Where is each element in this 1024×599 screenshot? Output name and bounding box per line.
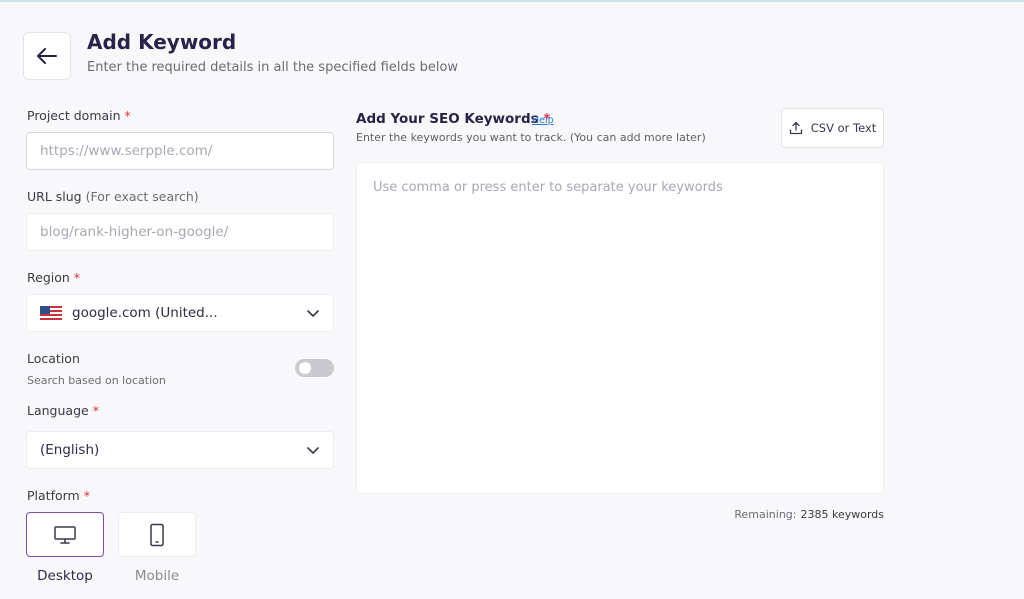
chevron-down-icon (307, 447, 319, 454)
page-title: Add Keyword (87, 30, 237, 54)
toggle-knob (299, 362, 311, 374)
region-value: google.com (United... (72, 305, 218, 321)
project-domain-label: Project domain * (27, 108, 131, 123)
seo-keywords-description: Enter the keywords you want to track. (Y… (356, 131, 706, 144)
upload-csv-label: CSV or Text (810, 121, 877, 135)
remaining-label: Remaining: (734, 508, 797, 521)
keywords-textarea[interactable] (373, 180, 867, 476)
location-toggle[interactable] (295, 359, 334, 377)
url-slug-label: URL slug (For exact search) (27, 189, 199, 204)
remaining-keywords: Remaining: 2385 keywords (734, 508, 884, 521)
platform-desktop-label: Desktop (37, 568, 93, 584)
upload-icon (789, 121, 802, 135)
platform-desktop-button[interactable] (26, 512, 104, 557)
location-hint: Search based on location (27, 374, 166, 387)
region-label: Region * (27, 270, 81, 285)
chevron-down-icon (307, 310, 319, 317)
remaining-count: 2385 keywords (800, 508, 884, 521)
upload-csv-button[interactable]: CSV or Text (781, 108, 884, 148)
desktop-icon (54, 525, 76, 544)
language-label: Language * (27, 403, 99, 418)
platform-label: Platform * (27, 488, 90, 503)
platform-mobile-label: Mobile (134, 568, 180, 584)
us-flag-icon (40, 306, 62, 320)
region-select[interactable]: google.com (United... (26, 294, 334, 332)
location-label: Location (27, 351, 80, 366)
help-link[interactable]: Help (532, 115, 554, 126)
project-domain-field[interactable] (26, 132, 334, 170)
mobile-icon (150, 523, 164, 546)
project-domain-input[interactable] (40, 143, 320, 159)
page-subtitle: Enter the required details in all the sp… (87, 60, 459, 75)
language-value: (English) (40, 442, 100, 458)
url-slug-field[interactable] (26, 213, 334, 251)
seo-keywords-title: Add Your SEO Keywords * (356, 111, 551, 127)
language-select[interactable]: (English) (26, 431, 334, 469)
keywords-area[interactable] (356, 162, 884, 494)
platform-mobile-button[interactable] (118, 512, 196, 557)
url-slug-input[interactable] (40, 224, 320, 240)
arrow-left-icon (37, 48, 57, 64)
back-button[interactable] (23, 32, 71, 80)
